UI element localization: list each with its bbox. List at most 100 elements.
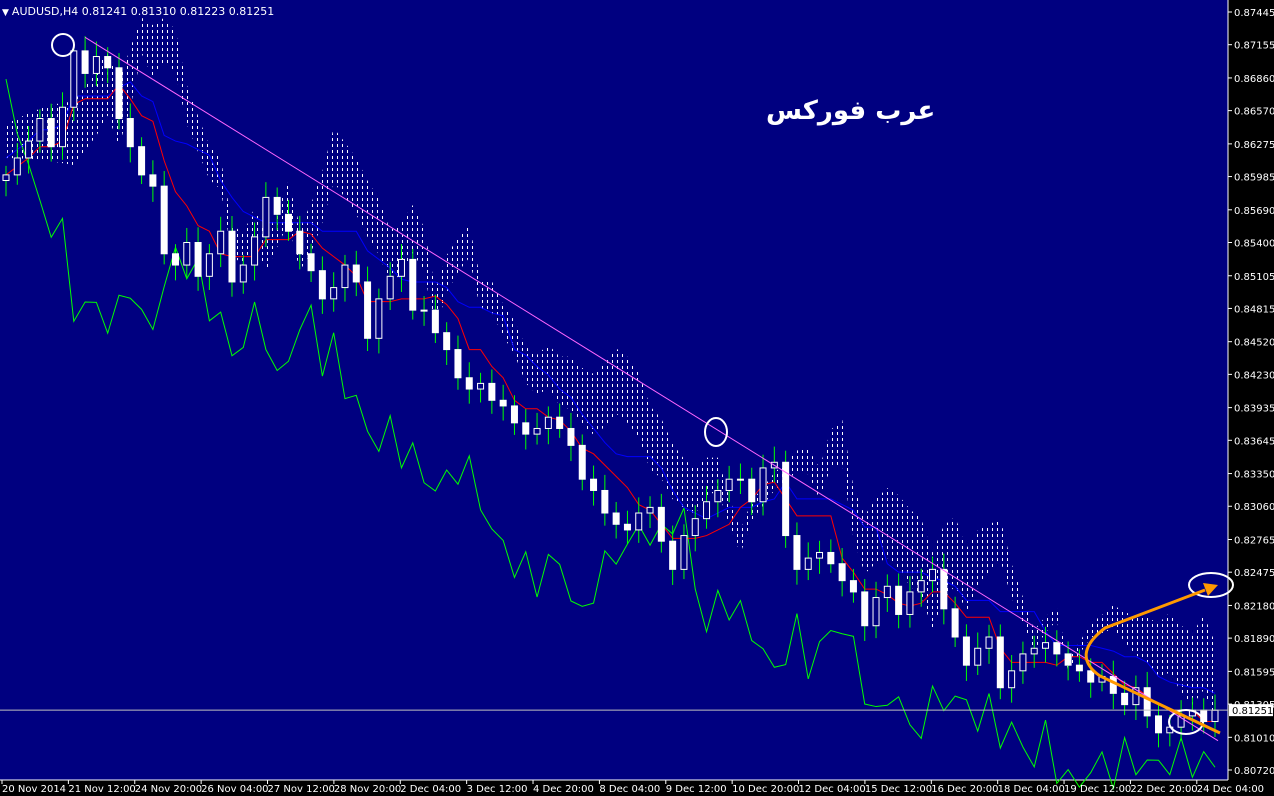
candle-body [262, 196, 270, 238]
candle-body [330, 287, 338, 300]
candle-body [895, 585, 903, 615]
candle-body [510, 405, 518, 424]
y-tick-label: 0.86860 [1234, 74, 1274, 85]
x-tick-label: 24 Dec 04:00 [1197, 784, 1264, 795]
y-tick-label: 0.82180 [1234, 601, 1274, 612]
candle-body [397, 258, 405, 277]
y-tick-label: 0.84520 [1234, 338, 1274, 349]
candle-body [951, 608, 959, 638]
candle-body [759, 467, 767, 503]
candle-body [646, 506, 654, 514]
candle-body [115, 67, 123, 120]
chart-area[interactable]: 0.87445 0.87155 0.86860 0.86570 0.86275 0.859… [0, 0, 1274, 796]
y-tick-label: 0.81890 [1234, 634, 1274, 645]
candle-body [940, 568, 948, 610]
candle-body [985, 636, 993, 649]
x-tick-label: 9 Dec 12:00 [666, 784, 727, 795]
collapse-triangle-icon[interactable]: ▼ [2, 8, 9, 18]
candle-body [533, 427, 541, 435]
candle-body [386, 275, 394, 300]
candle-body [1211, 709, 1219, 723]
candle-body [929, 568, 937, 582]
watermark: عرب فوركس [766, 96, 936, 126]
candle-body [669, 540, 677, 570]
candle-body [217, 230, 225, 255]
candle-body [409, 258, 417, 311]
y-tick-label: 0.86570 [1234, 107, 1274, 118]
x-tick-label: 26 Nov 04:00 [201, 784, 268, 795]
candle-body [1121, 692, 1129, 706]
candle-body [1030, 647, 1038, 655]
candle-body [477, 382, 485, 390]
y-tick-label: 0.81010 [1234, 733, 1274, 744]
candle-body [996, 636, 1004, 689]
candle-body [974, 647, 982, 666]
candle-body [849, 580, 857, 593]
x-tick-label: 12 Dec 04:00 [799, 784, 866, 795]
candle-body [827, 551, 835, 565]
candle-body [2, 174, 10, 182]
candle-body [657, 506, 665, 542]
y-tick-label: 0.85985 [1234, 173, 1274, 184]
chart-svg: 0.87445 0.87155 0.86860 0.86570 0.86275 0.859… [0, 0, 1274, 795]
x-tick-label: 10 Dec 20:00 [732, 784, 799, 795]
candle-body [138, 146, 146, 176]
candle-body [917, 580, 925, 593]
candle-body [228, 230, 236, 283]
candle-body [883, 585, 891, 599]
candle-body [816, 551, 824, 559]
chart-header: ▼ AUDUSD,H4 0.81241 0.81310 0.81223 0.812… [2, 5, 274, 18]
candle-body [590, 478, 598, 491]
candle-body [1087, 670, 1095, 683]
candle-body [375, 298, 383, 339]
candle-body [578, 444, 586, 480]
candle-body [149, 174, 157, 187]
candle-body [194, 241, 202, 277]
x-tick-label: 21 Nov 12:00 [68, 784, 135, 795]
candle-body [13, 157, 21, 176]
y-tick-label: 0.85690 [1234, 206, 1274, 217]
candle-body [296, 230, 304, 255]
x-tick-label: 28 Nov 20:00 [334, 784, 401, 795]
y-tick-label: 0.80720 [1234, 766, 1274, 777]
y-tick-label: 0.84815 [1234, 304, 1274, 315]
candle-body [183, 241, 191, 266]
candle-body [714, 489, 722, 503]
y-tick-label: 0.83060 [1234, 502, 1274, 513]
y-tick-label: 0.87445 [1234, 8, 1274, 19]
x-tick-label: 19 Dec 12:00 [1064, 784, 1131, 795]
candle-body [364, 281, 372, 339]
candle-body [556, 416, 564, 429]
candle-body [465, 377, 473, 390]
y-tick-label: 0.83935 [1234, 404, 1274, 415]
x-tick-label: 18 Dec 04:00 [998, 784, 1065, 795]
candle-body [635, 512, 643, 531]
candle-body [205, 253, 213, 277]
candle-body [454, 349, 462, 379]
candle-body [499, 399, 507, 407]
y-tick-label: 0.85400 [1234, 238, 1274, 249]
candle-body [793, 535, 801, 570]
x-tick-label: 4 Dec 20:00 [533, 784, 594, 795]
candle-body [1143, 687, 1151, 717]
candle-body [725, 478, 733, 491]
candle-body [861, 591, 869, 627]
candle-body [1053, 642, 1061, 655]
y-tick-label: 0.83350 [1234, 470, 1274, 481]
candle-body [104, 56, 112, 69]
candle-body [431, 309, 439, 334]
y-tick-label: 0.85105 [1234, 272, 1274, 283]
x-tick-label: 27 Nov 12:00 [268, 784, 335, 795]
candle-body [239, 264, 247, 283]
x-tick-label: 2 Dec 04:00 [400, 784, 461, 795]
x-tick-label: 3 Dec 12:00 [467, 784, 528, 795]
candle-body [1064, 653, 1072, 666]
candle-body [160, 185, 168, 255]
candle-body [273, 196, 281, 215]
candle-body [1075, 664, 1083, 672]
candle-body [352, 264, 360, 283]
x-tick-label: 15 Dec 12:00 [865, 784, 932, 795]
candle-body [838, 563, 846, 582]
candle-body [58, 106, 66, 148]
candle-body [601, 489, 609, 514]
